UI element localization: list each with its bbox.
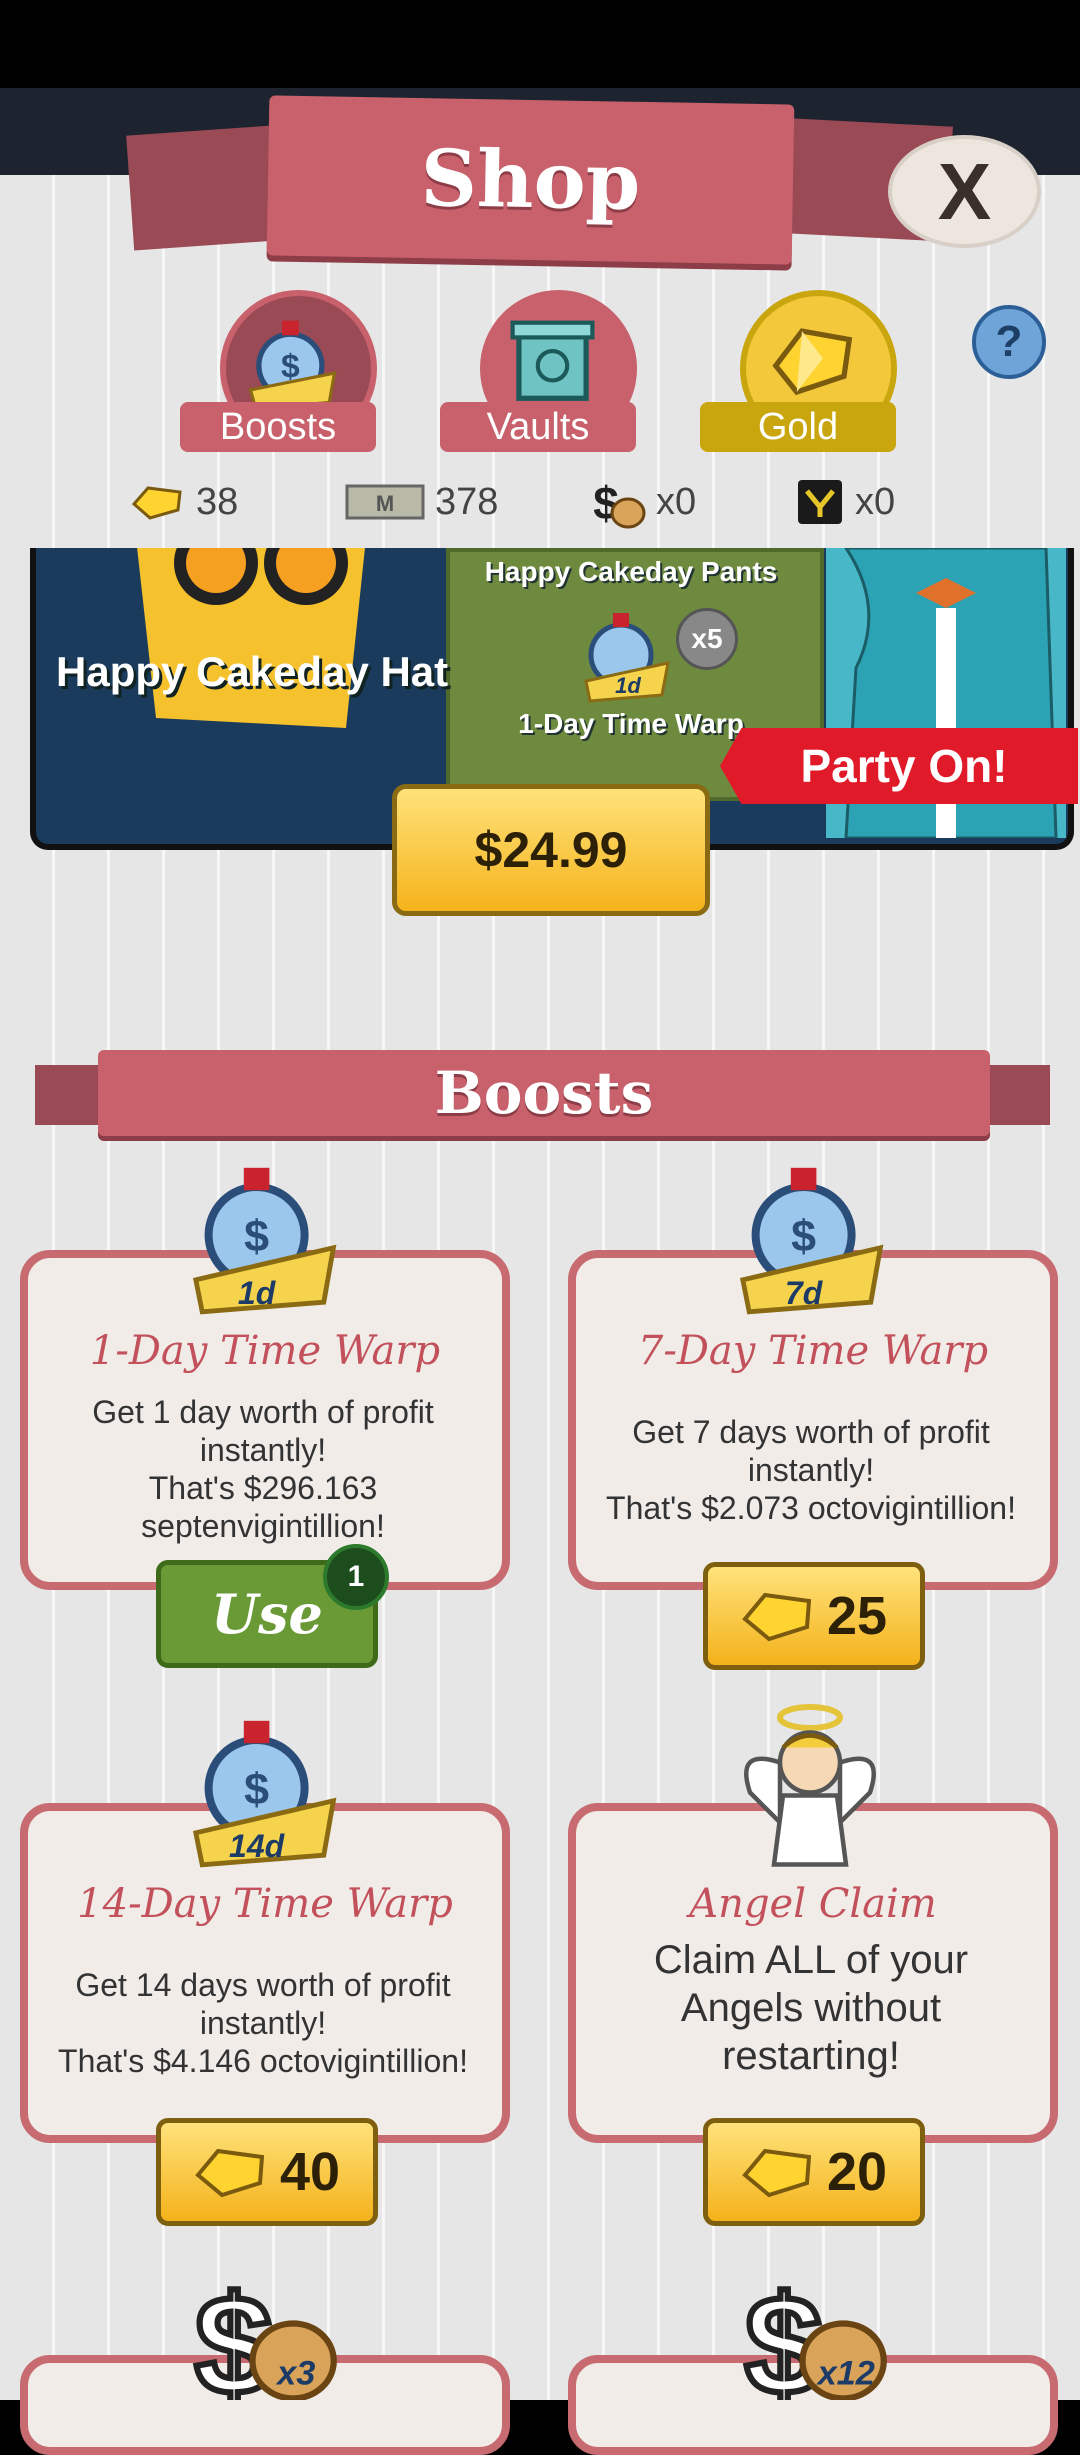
money-bag-count: x0 <box>656 480 697 523</box>
help-icon: ? <box>995 317 1023 366</box>
gold-icon <box>772 328 853 396</box>
buy-14day-button[interactable]: 40 <box>156 2118 378 2226</box>
duration-label: 1d <box>238 1275 277 1311</box>
help-button[interactable]: ? <box>972 305 1046 379</box>
money-bag-counter: $ x0 <box>590 472 696 532</box>
tab-label: Vaults <box>440 402 636 452</box>
party-on-flag: Party On! <box>720 728 1078 804</box>
card-description: Get 7 days worth of profit instantly! Th… <box>606 1414 1016 1526</box>
card-description: Get 14 days worth of profit instantly! T… <box>58 1967 468 2079</box>
tab-gold[interactable]: Gold <box>700 290 900 455</box>
stopwatch-icon: $ 14d <box>192 1720 337 1868</box>
price-label: 20 <box>826 2142 888 2202</box>
shop-title-banner: Shop <box>266 95 795 265</box>
badge-count: x0 <box>855 480 896 523</box>
badge-counter: x0 <box>795 472 895 532</box>
vault-icon <box>510 320 595 401</box>
gold-icon <box>742 2148 812 2198</box>
buy-7day-button[interactable]: 25 <box>703 1562 925 1670</box>
card-description: Get 1 day worth of profit instantly! Tha… <box>92 1394 434 1544</box>
megabucks-counter: M 378 <box>345 472 498 532</box>
badge-icon <box>798 480 842 524</box>
multiplier-label: x3 <box>275 2354 315 2392</box>
stopwatch-icon: $ 1d <box>192 1167 337 1315</box>
megabucks-icon: M <box>345 484 425 520</box>
tab-boosts[interactable]: $ Boosts <box>180 290 380 455</box>
hat-image <box>137 548 365 728</box>
section-title: Boosts <box>434 1059 654 1127</box>
gold-icon <box>195 2148 265 2198</box>
status-bar <box>0 0 1080 90</box>
gold-count: 38 <box>196 480 239 523</box>
banner-tail-left <box>35 1065 105 1125</box>
card-title: 1-Day Time Warp <box>89 1328 441 1374</box>
price-label: 40 <box>279 2142 341 2202</box>
buy-bundle-button[interactable]: $24.99 <box>392 784 710 916</box>
duration-label: 14d <box>229 1828 286 1864</box>
stopwatch-icon: $ 7d <box>739 1167 884 1315</box>
svg-text:$: $ <box>244 1211 269 1261</box>
quantity-badge: x5 <box>676 608 738 670</box>
svg-text:$: $ <box>791 1211 816 1261</box>
card-description: Claim ALL of your Angels without restart… <box>653 1938 969 2078</box>
money-bag-icon: $ x3 <box>192 2275 337 2400</box>
stopwatch-icon: $ <box>248 320 337 411</box>
multiplier-label: x12 <box>816 2354 875 2392</box>
pants-label: Happy Cakeday Pants <box>484 556 778 587</box>
angel-icon <box>744 1704 876 1867</box>
tab-label: Gold <box>700 402 896 452</box>
money-bag-icon: $ <box>593 477 646 529</box>
currency-row: 38 M 378 $ x0 x0 <box>0 472 1080 532</box>
gold-counter: 38 <box>130 472 238 532</box>
card-title: 14-Day Time Warp <box>77 1881 453 1927</box>
stopwatch-icon: 1d <box>584 613 670 703</box>
boosts-section-banner: Boosts <box>98 1050 990 1136</box>
card-title: 7-Day Time Warp <box>637 1328 989 1374</box>
svg-text:$: $ <box>244 1764 269 1814</box>
price-label: 25 <box>826 1586 888 1646</box>
buy-angel-claim-button[interactable]: 20 <box>703 2118 925 2226</box>
money-bag-icon: $ x12 <box>742 2275 887 2400</box>
page-title: Shop <box>419 132 642 228</box>
count-badge: 1 <box>323 1544 389 1610</box>
card-title: Angel Claim <box>689 1881 937 1927</box>
tab-vaults[interactable]: Vaults <box>440 290 640 455</box>
gold-icon <box>742 1592 812 1642</box>
warp-badge-text: 1d <box>615 673 641 698</box>
duration-label: 7d <box>785 1275 824 1311</box>
svg-text:M: M <box>376 491 394 516</box>
hat-label: Happy Cakeday Hat <box>56 648 449 695</box>
close-icon: X <box>937 146 992 236</box>
close-button[interactable]: X <box>888 135 1041 248</box>
gold-icon <box>131 486 182 520</box>
banner-tail-right <box>980 1065 1050 1125</box>
megabucks-count: 378 <box>435 480 499 523</box>
tab-label: Boosts <box>180 402 376 452</box>
